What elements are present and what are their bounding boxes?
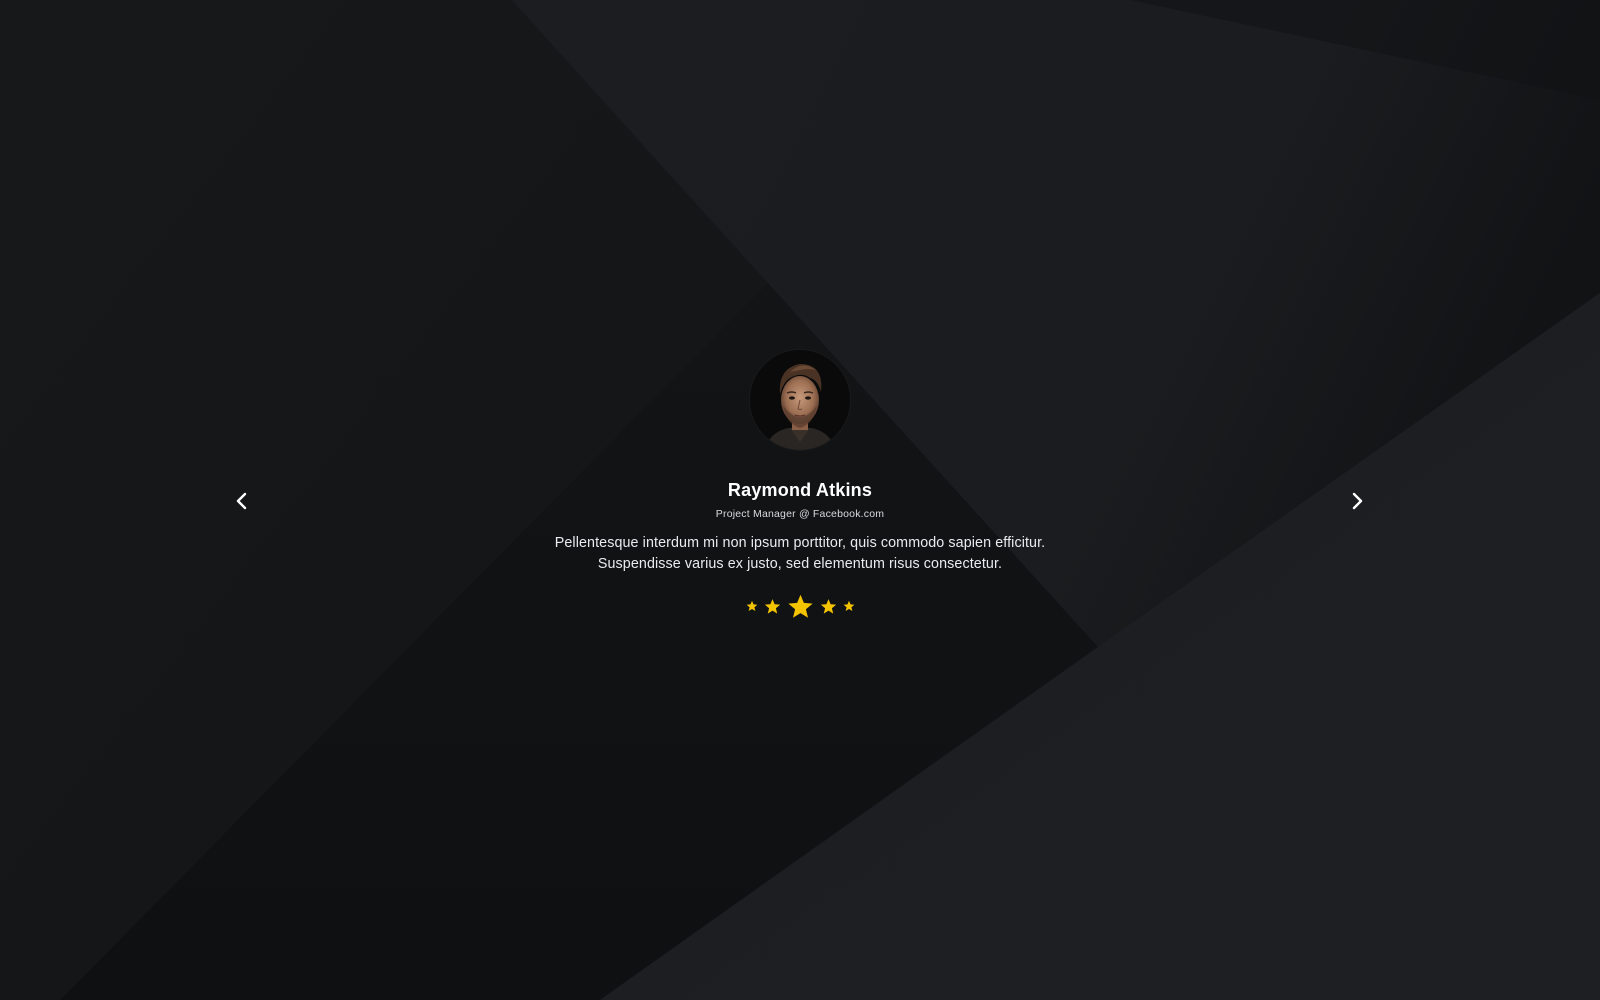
- star-icon: [746, 600, 757, 611]
- chevron-right-icon: [1352, 492, 1363, 510]
- person-portrait-image: [750, 350, 850, 450]
- testimonial-quote-line: Suspendisse varius ex justo, sed element…: [597, 556, 1003, 572]
- previous-slide-button[interactable]: [228, 486, 256, 516]
- star-icon: [764, 598, 780, 614]
- star-icon: [787, 594, 813, 618]
- star-icon: [843, 600, 854, 611]
- testimonial-card: Raymond Atkins Project Manager @ Faceboo…: [500, 350, 1100, 620]
- testimonial-author-name: Raymond Atkins: [727, 480, 873, 500]
- star-icon: [820, 598, 836, 614]
- testimonial-quote-line: Pellentesque interdum mi non ipsum portt…: [554, 535, 1046, 551]
- testimonial-slider: Raymond Atkins Project Manager @ Faceboo…: [0, 0, 1600, 1000]
- chevron-left-icon: [236, 492, 247, 510]
- testimonial-author-role: Project Manager @ Facebook.com: [715, 508, 885, 520]
- testimonial-quote: Pellentesque interdum mi non ipsum portt…: [500, 533, 1100, 575]
- avatar: [750, 350, 850, 450]
- star-rating: [500, 592, 1100, 620]
- next-slide-button[interactable]: [1343, 486, 1371, 516]
